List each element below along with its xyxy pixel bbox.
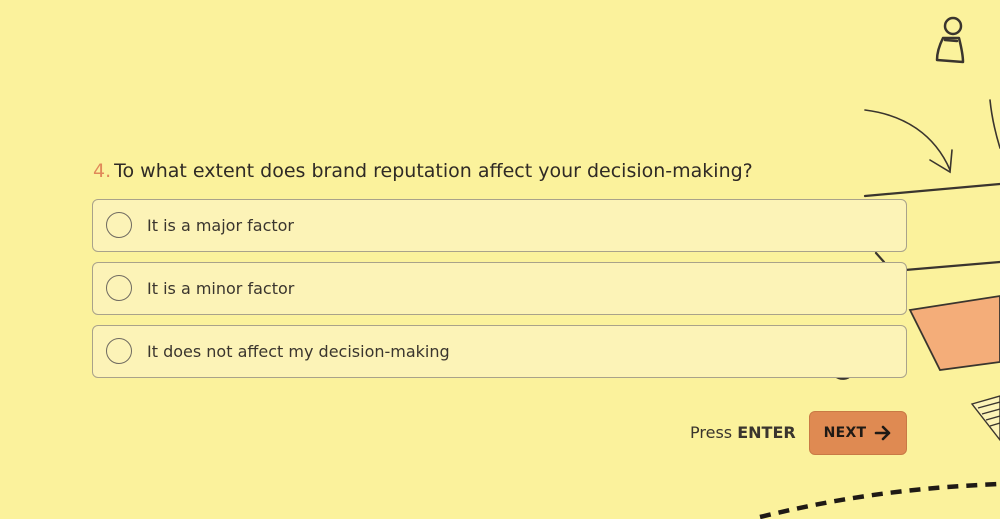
question-number: 4. — [93, 160, 112, 182]
hint-key: ENTER — [737, 423, 796, 442]
option-label: It is a minor factor — [147, 279, 295, 298]
person-icon — [935, 16, 965, 64]
radio-button[interactable] — [106, 275, 132, 301]
radio-button[interactable] — [106, 338, 132, 364]
question-title: 4. To what extent does brand reputation a… — [93, 158, 753, 184]
curved-arrow-decoration — [864, 99, 1000, 174]
orange-card-decoration — [908, 295, 1000, 371]
hint-prefix: Press — [690, 423, 733, 442]
option-minor-factor[interactable]: It is a minor factor — [92, 262, 907, 315]
striped-paper-decoration — [970, 395, 1000, 442]
dashed-path-decoration — [759, 481, 1000, 519]
question-text: To what extent does brand reputation aff… — [114, 160, 753, 182]
option-major-factor[interactable]: It is a major factor — [92, 199, 907, 252]
option-label: It is a major factor — [147, 216, 294, 235]
radio-button[interactable] — [106, 212, 132, 238]
keyboard-hint: Press ENTER — [690, 422, 796, 444]
next-button[interactable]: NEXT — [809, 411, 907, 455]
next-button-label: NEXT — [823, 425, 867, 441]
answer-options: It is a major factor It is a minor facto… — [92, 199, 907, 388]
option-label: It does not affect my decision-making — [147, 342, 450, 361]
arrow-right-icon — [875, 425, 891, 441]
option-does-not-affect[interactable]: It does not affect my decision-making — [92, 325, 907, 378]
